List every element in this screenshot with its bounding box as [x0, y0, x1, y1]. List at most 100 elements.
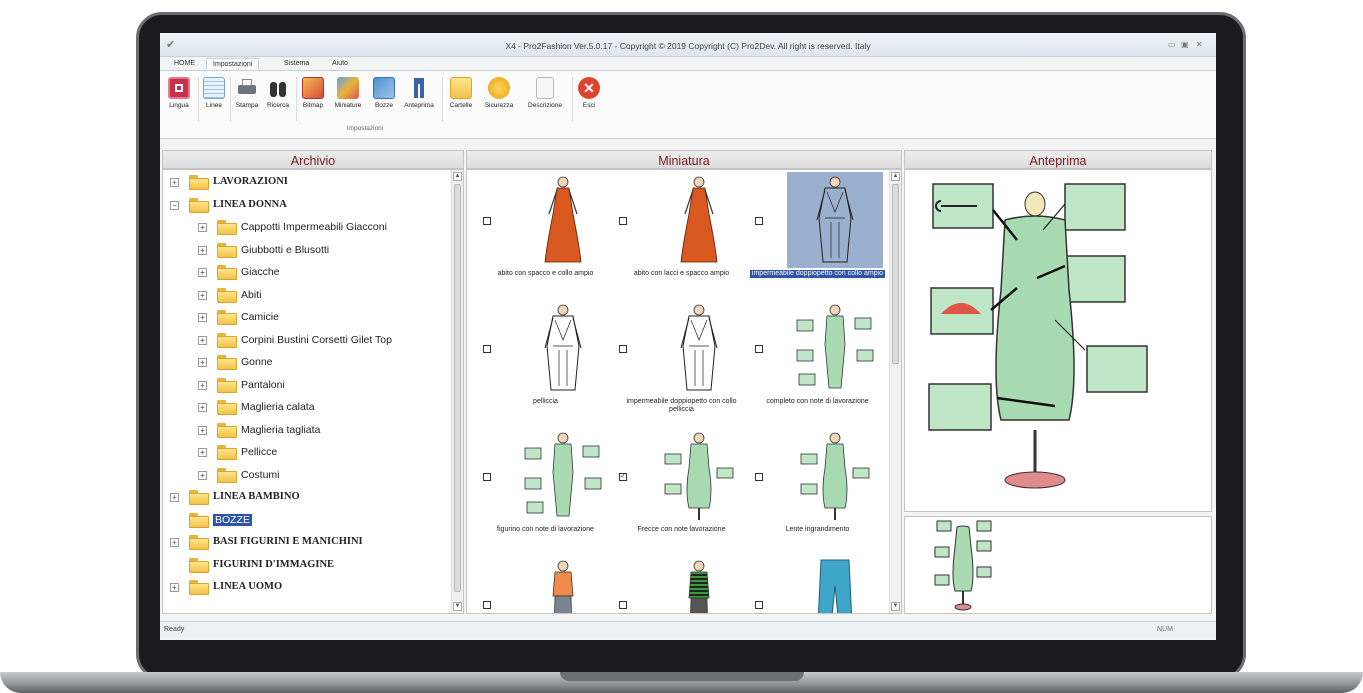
tree-item-label: FIGURINI D'IMMAGINE [213, 558, 335, 570]
thumbnail-image[interactable] [515, 172, 611, 268]
thumbnail-item[interactable]: pelliccia [473, 300, 613, 430]
thumbnail-item[interactable]: abito con spacco e collo ampio [473, 172, 613, 302]
scroll-down-icon[interactable]: ▼ [453, 602, 462, 611]
thumbnail-item[interactable]: impermeabile doppiopetto con collo ampio [745, 172, 885, 302]
close-icon[interactable]: ✕ [1196, 40, 1203, 49]
collapse-icon[interactable]: − [170, 200, 179, 210]
anteprima-button[interactable]: Anteprima [400, 75, 438, 121]
thumbnail-image[interactable] [651, 428, 747, 524]
thumbnail-checkbox[interactable] [619, 601, 627, 609]
ribbon-separator [572, 77, 573, 121]
thumbnail-item[interactable]: Lente ingrandimento [745, 428, 885, 558]
thumbnail-checkbox[interactable] [483, 601, 491, 609]
thumbnail-caption: impermeabile doppiopetto con collo pelli… [626, 398, 737, 413]
expand-icon[interactable]: + [170, 493, 179, 502]
thumbnail-caption: abito con spacco e collo ampio [497, 270, 594, 277]
thumbnail-image[interactable] [787, 428, 883, 524]
stampa-button[interactable]: Stampa [233, 75, 261, 121]
thumbnail-item[interactable]: completo con note di lavorazione [745, 300, 885, 430]
thumbnail-checkbox[interactable] [483, 345, 491, 353]
expand-icon[interactable]: + [198, 425, 207, 435]
expand-icon[interactable]: + [198, 403, 207, 412]
tree-scrollbar[interactable]: ▲ ▼ [451, 170, 463, 613]
folder-icon [217, 422, 237, 438]
thumbnail-item[interactable]: ✓ Frecce con note lavorazione [609, 428, 749, 558]
lines-icon [203, 77, 225, 99]
thumbnail-item[interactable] [473, 556, 613, 613]
mannequin-dress [995, 215, 1075, 421]
bitmap-button[interactable]: Bitmap [299, 75, 327, 121]
preview-thumbnail-pane [904, 516, 1212, 614]
thumbnail-caption: abito con lacci e spacco ampio [633, 270, 730, 277]
expand-icon[interactable]: + [198, 470, 207, 480]
expand-icon[interactable]: + [198, 448, 207, 457]
expand-icon[interactable]: + [198, 268, 207, 277]
thumbnail-item[interactable]: figurino con note di lavorazione [473, 428, 613, 558]
descrizione-button[interactable]: Descrizione [522, 75, 568, 121]
expand-icon[interactable]: + [170, 583, 179, 592]
thumbnail-image[interactable] [651, 300, 747, 396]
scroll-thumb[interactable] [892, 184, 899, 364]
thumbnail-checkbox[interactable] [483, 217, 491, 225]
linee-button[interactable]: Linee [201, 75, 227, 121]
expand-icon[interactable]: + [198, 245, 207, 255]
thumbnail-caption: Frecce con note lavorazione [637, 526, 726, 533]
thumbnail-checkbox[interactable] [755, 217, 763, 225]
expand-icon[interactable]: + [198, 223, 207, 232]
thumbnail-item[interactable]: abito con lacci e spacco ampio [609, 172, 749, 302]
expand-icon[interactable]: + [198, 380, 207, 390]
thumbnail-checkbox[interactable] [619, 217, 627, 225]
tab-aiuto[interactable]: Aiuto [326, 58, 354, 70]
tab-impostazioni[interactable]: Impostazioni [206, 58, 260, 70]
cartelle-button[interactable]: Cartelle [445, 75, 477, 121]
thumbnail-checkbox[interactable] [755, 473, 763, 481]
tree-item-label: BOZZE [213, 513, 253, 526]
thumbnail-checkbox[interactable] [755, 601, 763, 609]
thumbnail-image[interactable] [787, 172, 883, 268]
thumbnail-checkbox[interactable] [755, 345, 763, 353]
restore-icon[interactable]: ▣ [1181, 40, 1189, 49]
sicurezza-button[interactable]: Sicurezza [480, 75, 518, 121]
tree-item-label: LINEA BAMBINO [213, 491, 300, 502]
tab-home[interactable]: HOME [168, 58, 201, 70]
thumbnail-checkbox[interactable]: ✓ [619, 473, 627, 481]
thumbnail-image[interactable] [651, 172, 747, 268]
bozze-button[interactable]: Bozze [370, 75, 398, 121]
folder-icon [217, 220, 237, 235]
thumbnail-caption: impermeabile doppiopetto con collo ampio [750, 270, 885, 278]
thumbnail-scrollbar[interactable]: ▲ ▼ [889, 170, 901, 613]
thumbnail-item[interactable] [745, 556, 885, 613]
app-window: ✔ X4 - Pro2Fashion Ver.5.0.17 - Copyrigh… [160, 33, 1216, 640]
thumbnail-image[interactable] [651, 556, 747, 613]
esci-button[interactable]: ✕ Esci [576, 75, 602, 121]
expand-icon[interactable]: + [198, 313, 207, 322]
expand-icon[interactable]: + [170, 538, 179, 547]
ricerca-button[interactable]: Ricerca [263, 75, 293, 121]
scroll-up-icon[interactable]: ▲ [891, 172, 900, 181]
thumbnail-image[interactable] [515, 300, 611, 396]
scroll-down-icon[interactable]: ▼ [891, 602, 900, 611]
expand-icon[interactable]: + [170, 178, 179, 187]
miniature-button[interactable]: Miniature [329, 75, 367, 121]
folder-icon [217, 287, 237, 303]
minimize-icon[interactable]: ▭ [1168, 40, 1176, 49]
thumbnail-image[interactable] [515, 428, 611, 524]
expand-icon[interactable]: + [198, 335, 207, 345]
thumbnail-item[interactable] [609, 556, 749, 613]
thumbnail-item[interactable]: impermeabile doppiopetto con collo pelli… [609, 300, 749, 430]
lingua-button[interactable]: Lingua [164, 75, 194, 121]
title-bar: ✔ X4 - Pro2Fashion Ver.5.0.17 - Copyrigh… [160, 33, 1216, 57]
thumbnail-image[interactable] [515, 556, 611, 613]
ribbon: Lingua Linee Stampa Ricerca Bitmap Minia… [160, 70, 1216, 139]
expand-icon[interactable]: + [198, 358, 207, 367]
preview-small-image [934, 520, 992, 611]
thumbnail-image[interactable] [787, 300, 883, 396]
thumbnail-checkbox[interactable] [483, 473, 491, 481]
tree-item-label: BASI FIGURINI E MANICHINI [213, 536, 363, 547]
tab-sistema[interactable]: Sistema [278, 58, 315, 70]
thumbnail-image[interactable] [787, 556, 883, 613]
scroll-up-icon[interactable]: ▲ [453, 172, 462, 181]
scroll-thumb[interactable] [454, 184, 461, 592]
expand-icon[interactable]: + [198, 290, 207, 300]
thumbnail-checkbox[interactable] [619, 345, 627, 353]
